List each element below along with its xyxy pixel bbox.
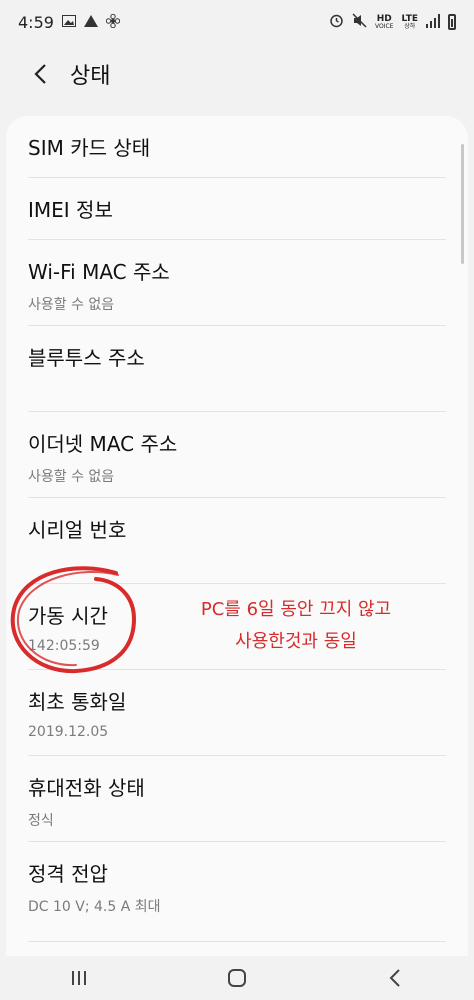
status-bar: 4:59 HD VOICE LTE 상하 [0,0,474,44]
list-item-subtitle: 2019.12.05 [28,724,109,740]
annotation-line-2: 사용한것과 동일 [235,631,357,652]
list-item-title: 휴대전화 상태 [28,776,145,800]
list-item-title: Wi-Fi MAC 주소 [28,260,170,284]
signal-icon [426,13,440,31]
recents-button[interactable] [49,958,109,998]
list-item-subtitle: 142:05:59 [28,638,100,654]
list-item-title: 가동 시간 [28,604,108,628]
list-item-subtitle: 정식 [28,813,54,829]
app-bar: 상태 [0,44,474,104]
list-item-title: 최초 통화일 [28,690,127,714]
battery-icon [448,14,456,30]
list-item-sim-status[interactable]: SIM 카드 상태 [28,116,446,178]
list-item-phone-status[interactable]: 휴대전화 상태 정식 [28,756,446,842]
scrollbar[interactable] [461,144,464,264]
list-item-subtitle: 사용할 수 없음 [28,297,115,313]
list-item-bluetooth-address[interactable]: 블루투스 주소 [28,326,446,412]
status-bar-left: 4:59 [18,12,121,32]
list-item-wifi-mac[interactable]: Wi-Fi MAC 주소 사용할 수 없음 [28,240,446,326]
hd-voice-indicator: HD VOICE [374,14,394,30]
list-item-rated-voltage[interactable]: 정격 전압 DC 10 V; 4.5 A 최대 [28,842,446,942]
voice-label: VOICE [374,22,394,30]
mute-icon [352,13,367,31]
home-button[interactable] [207,958,267,998]
fan-icon [105,13,121,31]
list-item-title: SIM 카드 상태 [28,136,151,160]
clock: 4:59 [18,12,54,32]
list-item-title: 정격 전압 [28,862,108,886]
image-icon [61,14,76,30]
lte-indicator: LTE 상하 [401,14,418,30]
page-title: 상태 [70,64,111,89]
back-button[interactable] [26,60,54,88]
annotation-line-1: PC를 6일 동안 끄지 않고 [200,599,392,620]
list-item-title: 블루투스 주소 [28,346,145,370]
navigation-icon [83,14,98,30]
recents-icon [72,971,86,985]
home-icon [228,969,246,987]
chevron-left-icon [34,64,46,84]
list-item-subtitle: DC 10 V; 4.5 A 최대 [28,899,161,915]
list-item-subtitle: 사용할 수 없음 [28,469,115,485]
annotation-text: PC를 6일 동안 끄지 않고 사용한것과 동일 [166,594,426,658]
status-list: SIM 카드 상태 IMEI 정보 Wi-Fi MAC 주소 사용할 수 없음 … [6,116,468,956]
lte-sub-label: 상하 [404,22,416,30]
navigation-bar [0,956,474,1000]
list-item-first-call-date[interactable]: 최초 통화일 2019.12.05 [28,670,446,756]
list-item-title: 시리얼 번호 [28,518,127,542]
list-item-imei[interactable]: IMEI 정보 [28,178,446,240]
back-nav-button[interactable] [365,958,425,998]
back-icon [389,969,400,987]
list-item-serial-number[interactable]: 시리얼 번호 [28,498,446,584]
list-item-ethernet-mac[interactable]: 이더넷 MAC 주소 사용할 수 없음 [28,412,446,498]
alarm-icon [329,13,344,31]
list-item-title: 이더넷 MAC 주소 [28,432,178,456]
list-item-title: IMEI 정보 [28,198,113,222]
status-bar-right: HD VOICE LTE 상하 [329,13,456,31]
